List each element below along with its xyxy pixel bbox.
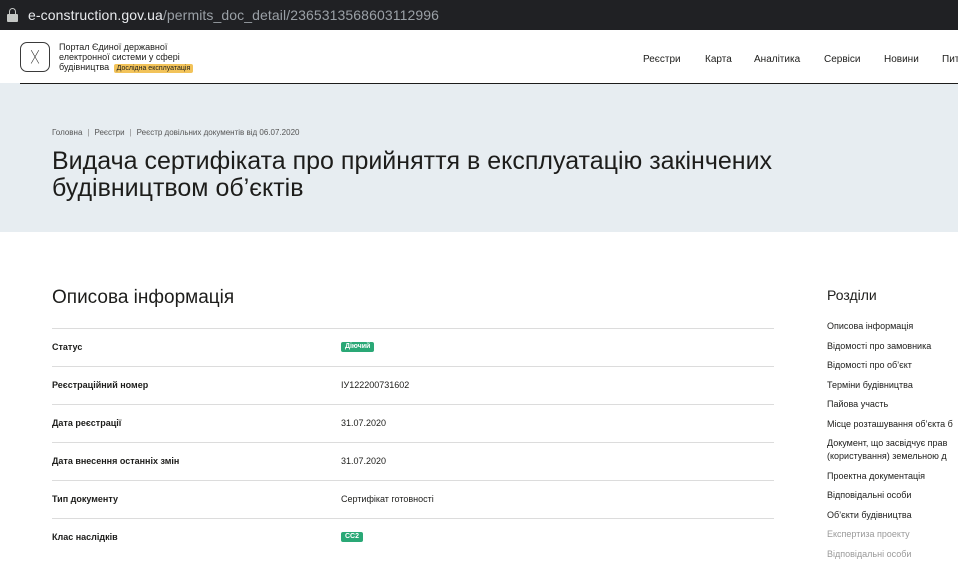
row-label: Дата внесення останніх змін [52,456,180,466]
table-row: Клас наслідків СС2 [52,518,774,556]
nav-item-map[interactable]: Карта [705,54,732,65]
trial-badge: Дослідна експлуатація [113,64,194,73]
header-divider [20,83,958,84]
info-table: Статус Діючий Реєстраційний номер ІУ1222… [52,328,774,556]
sidebar-item[interactable]: Проектна документація [827,471,958,482]
table-row: Тип документу Сертифікат готовності [52,480,774,518]
breadcrumb: Головна | Реєстри | Реєстр довільних докумен… [52,128,299,137]
top-bar: ᚷ Портал Єдиної державної електронної си… [0,30,958,83]
breadcrumb-home[interactable]: Головна [52,128,82,137]
nav-item-news[interactable]: Новини [884,54,919,65]
nav-item-services[interactable]: Сервіси [824,54,860,65]
sidebar-item[interactable]: (користування) земельною д [827,451,958,462]
sidebar-title: Розділи [827,287,877,303]
row-label: Тип документу [52,494,118,504]
sidebar-item[interactable]: Відповідальні особи [827,490,958,501]
sidebar-item[interactable]: Місце розташування об’єкта б [827,419,958,430]
row-label: Статус [52,342,83,352]
row-label: Реєстраційний номер [52,380,149,390]
table-row: Дата внесення останніх змін 31.07.2020 [52,442,774,480]
page-title-line-2: будівництвом об’єктів [52,174,304,202]
portal-name[interactable]: Портал Єдиної державної електронної сист… [59,42,219,73]
consequence-class-badge: СС2 [341,532,364,542]
sidebar-item[interactable]: Відомості про замовника [827,341,958,352]
table-row: Реєстраційний номер ІУ122200731602 [52,366,774,404]
sidebar-item[interactable]: Відомості про об’єкт [827,360,958,371]
trident-icon[interactable]: ᚷ [20,42,50,72]
sidebar-sections: Описова інформація Відомості про замовни… [827,321,958,568]
row-value: ІУ122200731602 [341,380,410,390]
page-title: Видача сертифіката про прийняття в експл… [52,148,958,202]
url-host: e-construction.gov.ua [28,7,163,23]
nav-item-registries[interactable]: Реєстри [643,54,681,65]
browser-address-bar[interactable]: e-construction.gov.ua/permits_doc_detail… [0,0,958,30]
sidebar-item[interactable]: Експертиза проекту [827,529,958,540]
sidebar-item[interactable]: Документ, що засвідчує прав [827,438,958,449]
breadcrumb-registries[interactable]: Реєстри [94,128,124,137]
url-text[interactable]: e-construction.gov.ua/permits_doc_detail… [28,7,439,23]
site-header: ᚷ Портал Єдиної державної електронної си… [0,30,958,232]
table-row: Дата реєстрації 31.07.2020 [52,404,774,442]
row-label: Клас наслідків [52,532,118,542]
sidebar-item[interactable]: Відповідальні особи [827,549,958,560]
breadcrumb-separator: | [129,128,132,137]
sidebar-item[interactable]: Описова інформація [827,321,958,332]
breadcrumb-current[interactable]: Реєстр довільних документів від 06.07.20… [137,128,300,137]
row-label: Дата реєстрації [52,418,122,428]
table-row: Статус Діючий [52,328,774,366]
section-title: Описова інформація [52,287,235,308]
page-title-line-1: Видача сертифіката про прийняття в експл… [52,147,773,175]
row-value: Сертифікат готовності [341,494,434,504]
url-path: /permits_doc_detail/2365313568603112996 [162,7,440,23]
sidebar-item[interactable]: Об’єкти будівництва [827,510,958,521]
lock-icon [7,8,18,22]
row-value: 31.07.2020 [341,456,387,466]
sidebar-item[interactable]: Терміни будівництва [827,380,958,391]
breadcrumb-separator: | [87,128,90,137]
nav-item-questions[interactable]: Пит [942,54,958,65]
row-value: 31.07.2020 [341,418,387,428]
sidebar-item[interactable]: Пайова участь [827,399,958,410]
nav-item-analytics[interactable]: Аналітика [754,54,800,65]
status-badge: Діючий [341,342,375,352]
